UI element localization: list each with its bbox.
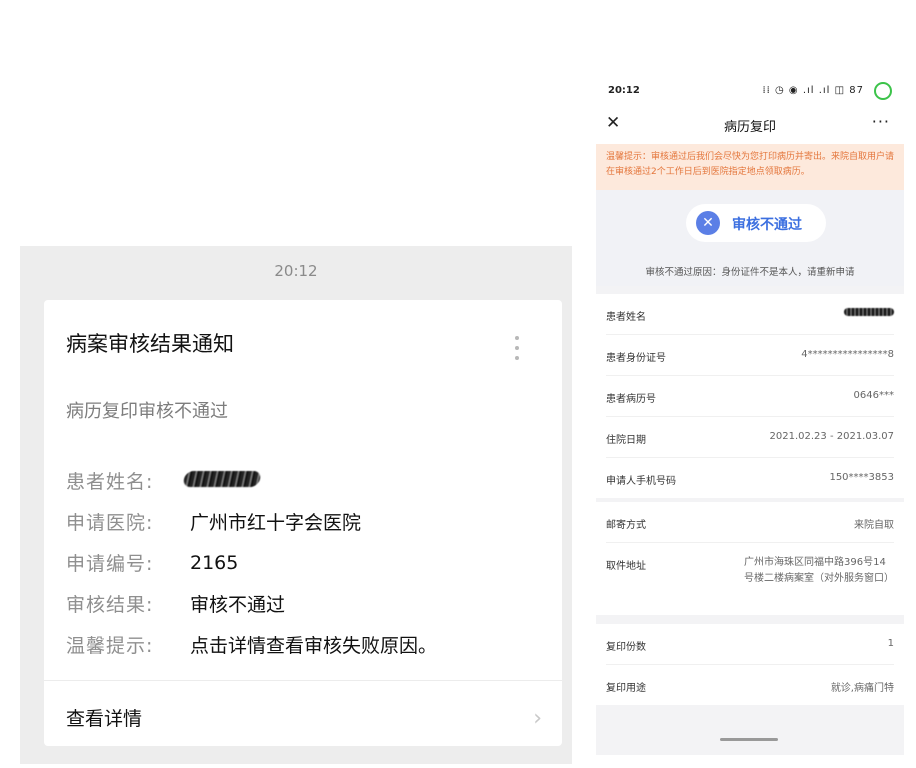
patient-info-section: 患者姓名 患者身份证号 4****************8 患者病历号 064… (596, 294, 904, 498)
field-row-application-number: 申请编号: 2165 (66, 542, 437, 583)
field-label: 患者姓名: (66, 471, 154, 493)
copy-info-section: 复印份数 1 复印用途 就诊,病痛门特 (596, 624, 904, 705)
view-details-label: 查看详情 (66, 707, 143, 730)
field-value: 广州市红十字会医院 (190, 512, 362, 534)
page-title: 病历复印 (723, 120, 776, 135)
wechat-chat-panel: 20:12 病案审核结果通知 病历复印审核不通过 患者姓名: 申请医院: 广州市… (20, 246, 572, 764)
info-row-purpose: 复印用途 就诊,病痛门特 (606, 665, 894, 705)
row-value: 就诊,病痛门特 (830, 683, 894, 694)
field-value: 审核不通过 (190, 594, 286, 616)
rejected-icon: ✕ (696, 211, 720, 235)
row-label: 邮寄方式 (606, 520, 646, 531)
more-icon[interactable]: ··· (872, 112, 890, 131)
phone-screen: 20:12 ⁞⁞ ◷ ◉ .ıl .ıl ◫ 87 ✕ 病历复印 ··· 温馨提… (596, 78, 904, 755)
field-label: 申请编号: (66, 553, 154, 575)
row-label: 取件地址 (606, 561, 646, 572)
info-row-record-number: 患者病历号 0646*** (606, 376, 894, 417)
redacted-patient-name (844, 308, 894, 319)
row-value: 150****3853 (829, 472, 894, 483)
message-subtitle: 病历复印审核不通过 (66, 401, 228, 422)
warm-tip-banner: 温馨提示：审核通过后我们会尽快为您打印病历并寄出。来院自取用户请在审核通过2个工… (596, 144, 904, 190)
divider (44, 680, 562, 681)
battery-icon (874, 82, 892, 100)
status-time: 20:12 (608, 85, 640, 96)
info-row-phone-number: 申请人手机号码 150****3853 (606, 458, 894, 498)
info-row-pickup-address: 取件地址 广州市海珠区同福中路396号14号楼二楼病案室（对外服务窗口） (606, 543, 894, 615)
row-value: 0646*** (853, 390, 894, 401)
more-options-icon[interactable] (514, 336, 520, 360)
row-label: 患者姓名 (606, 312, 646, 323)
field-row-hospital: 申请医院: 广州市红十字会医院 (66, 501, 437, 542)
view-details-link[interactable]: 查看详情 › (66, 698, 562, 736)
row-label: 申请人手机号码 (606, 476, 676, 487)
row-label: 患者身份证号 (606, 353, 666, 364)
info-row-hospital-dates: 住院日期 2021.02.23 - 2021.03.07 (606, 417, 894, 458)
template-message-card[interactable]: 病案审核结果通知 病历复印审核不通过 患者姓名: 申请医院: 广州市红十字会医院… (44, 300, 562, 746)
info-row-id-number: 患者身份证号 4****************8 (606, 335, 894, 376)
row-label: 复印份数 (606, 642, 646, 653)
field-row-review-result: 审核结果: 审核不通过 (66, 583, 437, 624)
info-row-patient-name: 患者姓名 (606, 294, 894, 335)
status-bar: 20:12 ⁞⁞ ◷ ◉ .ıl .ıl ◫ 87 (596, 78, 904, 104)
review-status-text: 审核不通过 (732, 217, 802, 233)
info-row-delivery-method: 邮寄方式 来院自取 (606, 502, 894, 543)
row-value: 来院自取 (854, 520, 894, 531)
field-row-patient-name: 患者姓名: (66, 460, 437, 501)
field-value: 2165 (190, 551, 239, 574)
field-label: 申请医院: (66, 512, 154, 534)
info-row-copies: 复印份数 1 (606, 624, 894, 665)
field-row-tip: 温馨提示: 点击详情查看审核失败原因。 (66, 624, 437, 665)
row-label: 患者病历号 (606, 394, 656, 405)
message-timestamp: 20:12 (274, 262, 318, 280)
redacted-patient-name (182, 470, 262, 492)
nav-bar: ✕ 病历复印 ··· (596, 104, 904, 144)
row-label: 住院日期 (606, 435, 646, 446)
row-value: 1 (887, 638, 894, 649)
field-label: 审核结果: (66, 594, 154, 616)
message-title: 病案审核结果通知 (66, 332, 234, 356)
row-label: 复印用途 (606, 683, 646, 694)
row-value: 4****************8 (801, 349, 894, 360)
delivery-section: 邮寄方式 来院自取 取件地址 广州市海珠区同福中路396号14号楼二楼病案室（对… (596, 502, 904, 615)
review-status-badge: ✕ 审核不通过 (686, 204, 826, 242)
row-value: 广州市海珠区同福中路396号14号楼二楼病案室（对外服务窗口） (744, 557, 894, 584)
rejection-reason: 审核不通过原因：身份证件不是本人，请重新申请 (645, 267, 855, 278)
chevron-right-icon: › (533, 706, 542, 731)
message-fields: 患者姓名: 申请医院: 广州市红十字会医院 申请编号: 2165 审核结果: 审… (66, 460, 437, 665)
review-status-area: ✕ 审核不通过 审核不通过原因：身份证件不是本人，请重新申请 (596, 190, 904, 286)
row-value: 2021.02.23 - 2021.03.07 (769, 431, 894, 442)
field-label: 温馨提示: (66, 635, 154, 657)
home-indicator[interactable] (720, 738, 778, 741)
status-icons: ⁞⁞ ◷ ◉ .ıl .ıl ◫ 87 (762, 85, 864, 96)
field-value: 点击详情查看审核失败原因。 (190, 635, 438, 657)
